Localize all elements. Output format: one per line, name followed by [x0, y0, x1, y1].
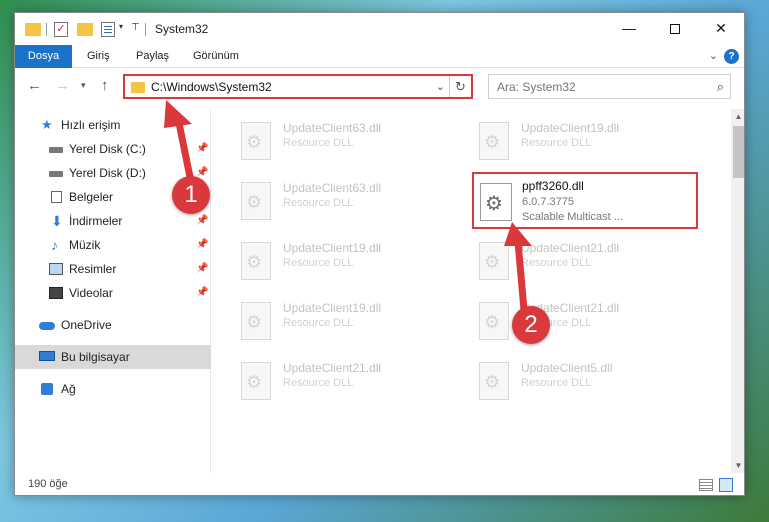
annotation-arrows	[164, 100, 532, 314]
annotation-arrow-2	[504, 222, 532, 314]
annotation-arrow-1	[164, 100, 195, 186]
annotation-badge-2: 2	[512, 306, 550, 344]
annotation-badge-1: 1	[172, 176, 210, 214]
